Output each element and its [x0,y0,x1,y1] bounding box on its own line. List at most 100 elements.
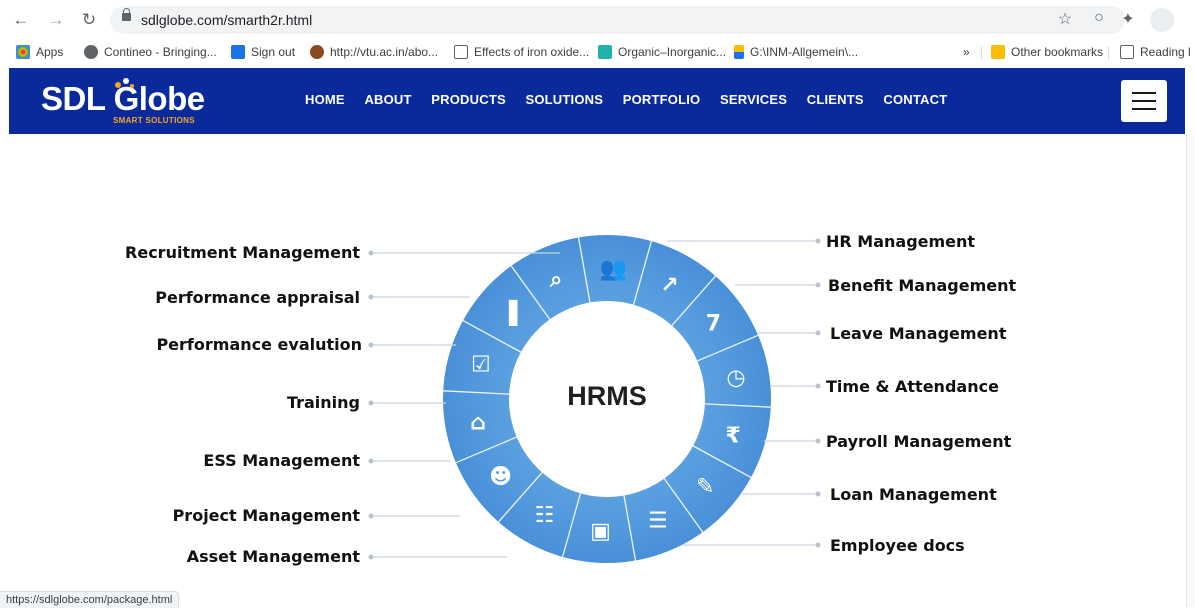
label-asset-management: Asset Management [187,547,361,566]
nav-portfolio[interactable]: PORTFOLIO [623,92,701,107]
training-board-icon: ⌂ [470,411,486,436]
growth-chart-icon: ↗ [660,273,678,298]
bookmark-label: http://vtu.ac.in/abo... [330,45,439,59]
ess-user-icon: ☻ [489,464,512,489]
bookmark-organic-inorganic[interactable]: Organic–Inorganic... [598,45,726,59]
connector-dot [815,383,821,389]
label-project-management: Project Management [173,506,361,525]
connector-dot [368,458,374,464]
nav-about[interactable]: ABOUT [364,92,411,107]
logo-sparkle-icon [115,78,134,88]
bookmark-inm-drive[interactable]: G:\INM-Allgemein\... [734,45,858,59]
connector-dot [368,554,374,560]
url-text[interactable]: sdlglobe.com/smarth2r.html [141,12,312,28]
connector-dot [368,513,374,519]
evaluation-clipboard-icon: ☑ [471,353,491,378]
bookmark-label: Contineo - Bringing... [104,45,217,59]
extensions-puzzle-icon[interactable]: ✦ [1118,9,1138,29]
paper-icon [454,45,468,59]
site-logo[interactable]: SDL Globe SMART SOLUTIONS [41,76,211,128]
divider [1108,46,1109,60]
rupee-icon: ₹ [725,423,740,448]
bookmark-label: Reading l [1140,45,1191,59]
nav-clients[interactable]: CLIENTS [807,92,864,107]
label-leave-management: Leave Management [830,324,1007,343]
bookmark-label: Other bookmarks [1011,45,1104,59]
reload-icon[interactable]: ↻ [78,9,100,31]
address-bar[interactable]: sdlglobe.com/smarth2r.html [110,6,1125,34]
bookmark-label: G:\INM-Allgemein\... [750,45,859,59]
profile-avatar[interactable] [1150,8,1174,32]
sign-out-icon [231,45,245,59]
other-bookmarks[interactable]: Other bookmarks [991,45,1103,59]
label-time-attendance: Time & Attendance [826,377,999,396]
bookmarks-bar: Apps Contineo - Bringing... Sign out htt… [0,40,1195,66]
recruitment-search-icon: ⌕ [549,267,562,292]
vtu-logo-icon [310,45,324,59]
connector-dot [815,491,821,497]
connector-dot [368,250,374,256]
back-arrow-icon[interactable]: ← [10,9,32,31]
org-chart-icon: ☷ [534,503,554,528]
bookmark-label: Apps [36,45,64,59]
menu-line [1132,100,1156,102]
connector-dot [815,282,821,288]
connector-dot [815,438,821,444]
label-performance-appraisal: Performance appraisal [155,288,360,307]
label-recruitment-management: Recruitment Management [125,243,360,262]
bookmark-label: Sign out [251,45,296,59]
label-payroll-management: Payroll Management [826,432,1012,451]
divider [981,46,982,60]
bookmark-vtu[interactable]: http://vtu.ac.in/abo... [310,45,438,59]
menu-line [1132,92,1156,94]
label-ess-management: ESS Management [203,451,360,470]
drive-icon [734,45,744,59]
nav-services[interactable]: SERVICES [720,92,787,107]
hrms-diagram: 👥 ↗ 7 ◷ ₹ ✎ ☰ ▣ ☷ ☻ ⌂ ☑ ▐ ⌕ HRMS Recruitment Manageme… [125,232,1016,566]
connector-dot [368,400,374,406]
bookmark-star-icon[interactable]: ☆ [1055,9,1075,29]
team-icon: 👥 [600,257,627,282]
label-performance-evalution: Performance evalution [156,335,362,354]
logo-tagline: SMART SOLUTIONS [113,116,195,125]
loan-document-icon: ✎ [696,475,714,500]
label-employee-docs: Employee docs [830,536,965,555]
researchgate-icon [598,45,612,59]
browser-toolbar: ← → ↻ sdlglobe.com/smarth2r.html ☆ ○ ✦ [0,0,1195,40]
calendar-icon: 7 [706,312,721,337]
forward-arrow-icon[interactable]: → [45,9,67,31]
nav-contact[interactable]: CONTACT [883,92,947,107]
connector-dot [368,342,374,348]
hamburger-menu-button[interactable] [1121,80,1167,122]
folder-icon [991,45,1005,59]
globe-icon [84,45,98,59]
label-benefit-management: Benefit Management [828,276,1016,295]
connector-dot [368,294,374,300]
clock-icon: ◷ [726,365,745,390]
documents-icon: ☰ [648,509,668,534]
bookmark-contineo[interactable]: Contineo - Bringing... [84,45,217,59]
asset-screen-icon: ▣ [590,519,611,544]
main-nav: HOME ABOUT PRODUCTS SOLUTIONS PORTFOLIO … [305,92,963,107]
nav-home[interactable]: HOME [305,92,345,107]
overflow-chevron-icon: » [963,45,970,59]
connector-dot [815,330,821,336]
page-scrollbar[interactable] [1186,134,1195,607]
extension-circle-icon[interactable]: ○ [1089,9,1109,27]
bookmark-sign-out[interactable]: Sign out [231,45,295,59]
bookmark-iron-oxide[interactable]: Effects of iron oxide... [454,45,589,59]
bookmarks-overflow[interactable]: » [963,45,970,59]
site-header: SDL Globe SMART SOLUTIONS HOME ABOUT PRO… [9,68,1185,134]
bookmark-apps[interactable]: Apps [16,45,63,59]
nav-solutions[interactable]: SOLUTIONS [525,92,603,107]
hrms-center-label: HRMS [567,381,647,411]
label-training: Training [287,393,360,412]
label-hr-management: HR Management [826,232,975,251]
connector-dot [815,542,821,548]
reading-list-icon [1120,45,1134,59]
bookmark-label: Effects of iron oxide... [474,45,590,59]
nav-products[interactable]: PRODUCTS [431,92,506,107]
connector-dot [815,238,821,244]
bookmark-label: Organic–Inorganic... [618,45,727,59]
reading-list[interactable]: Reading l [1120,45,1191,59]
